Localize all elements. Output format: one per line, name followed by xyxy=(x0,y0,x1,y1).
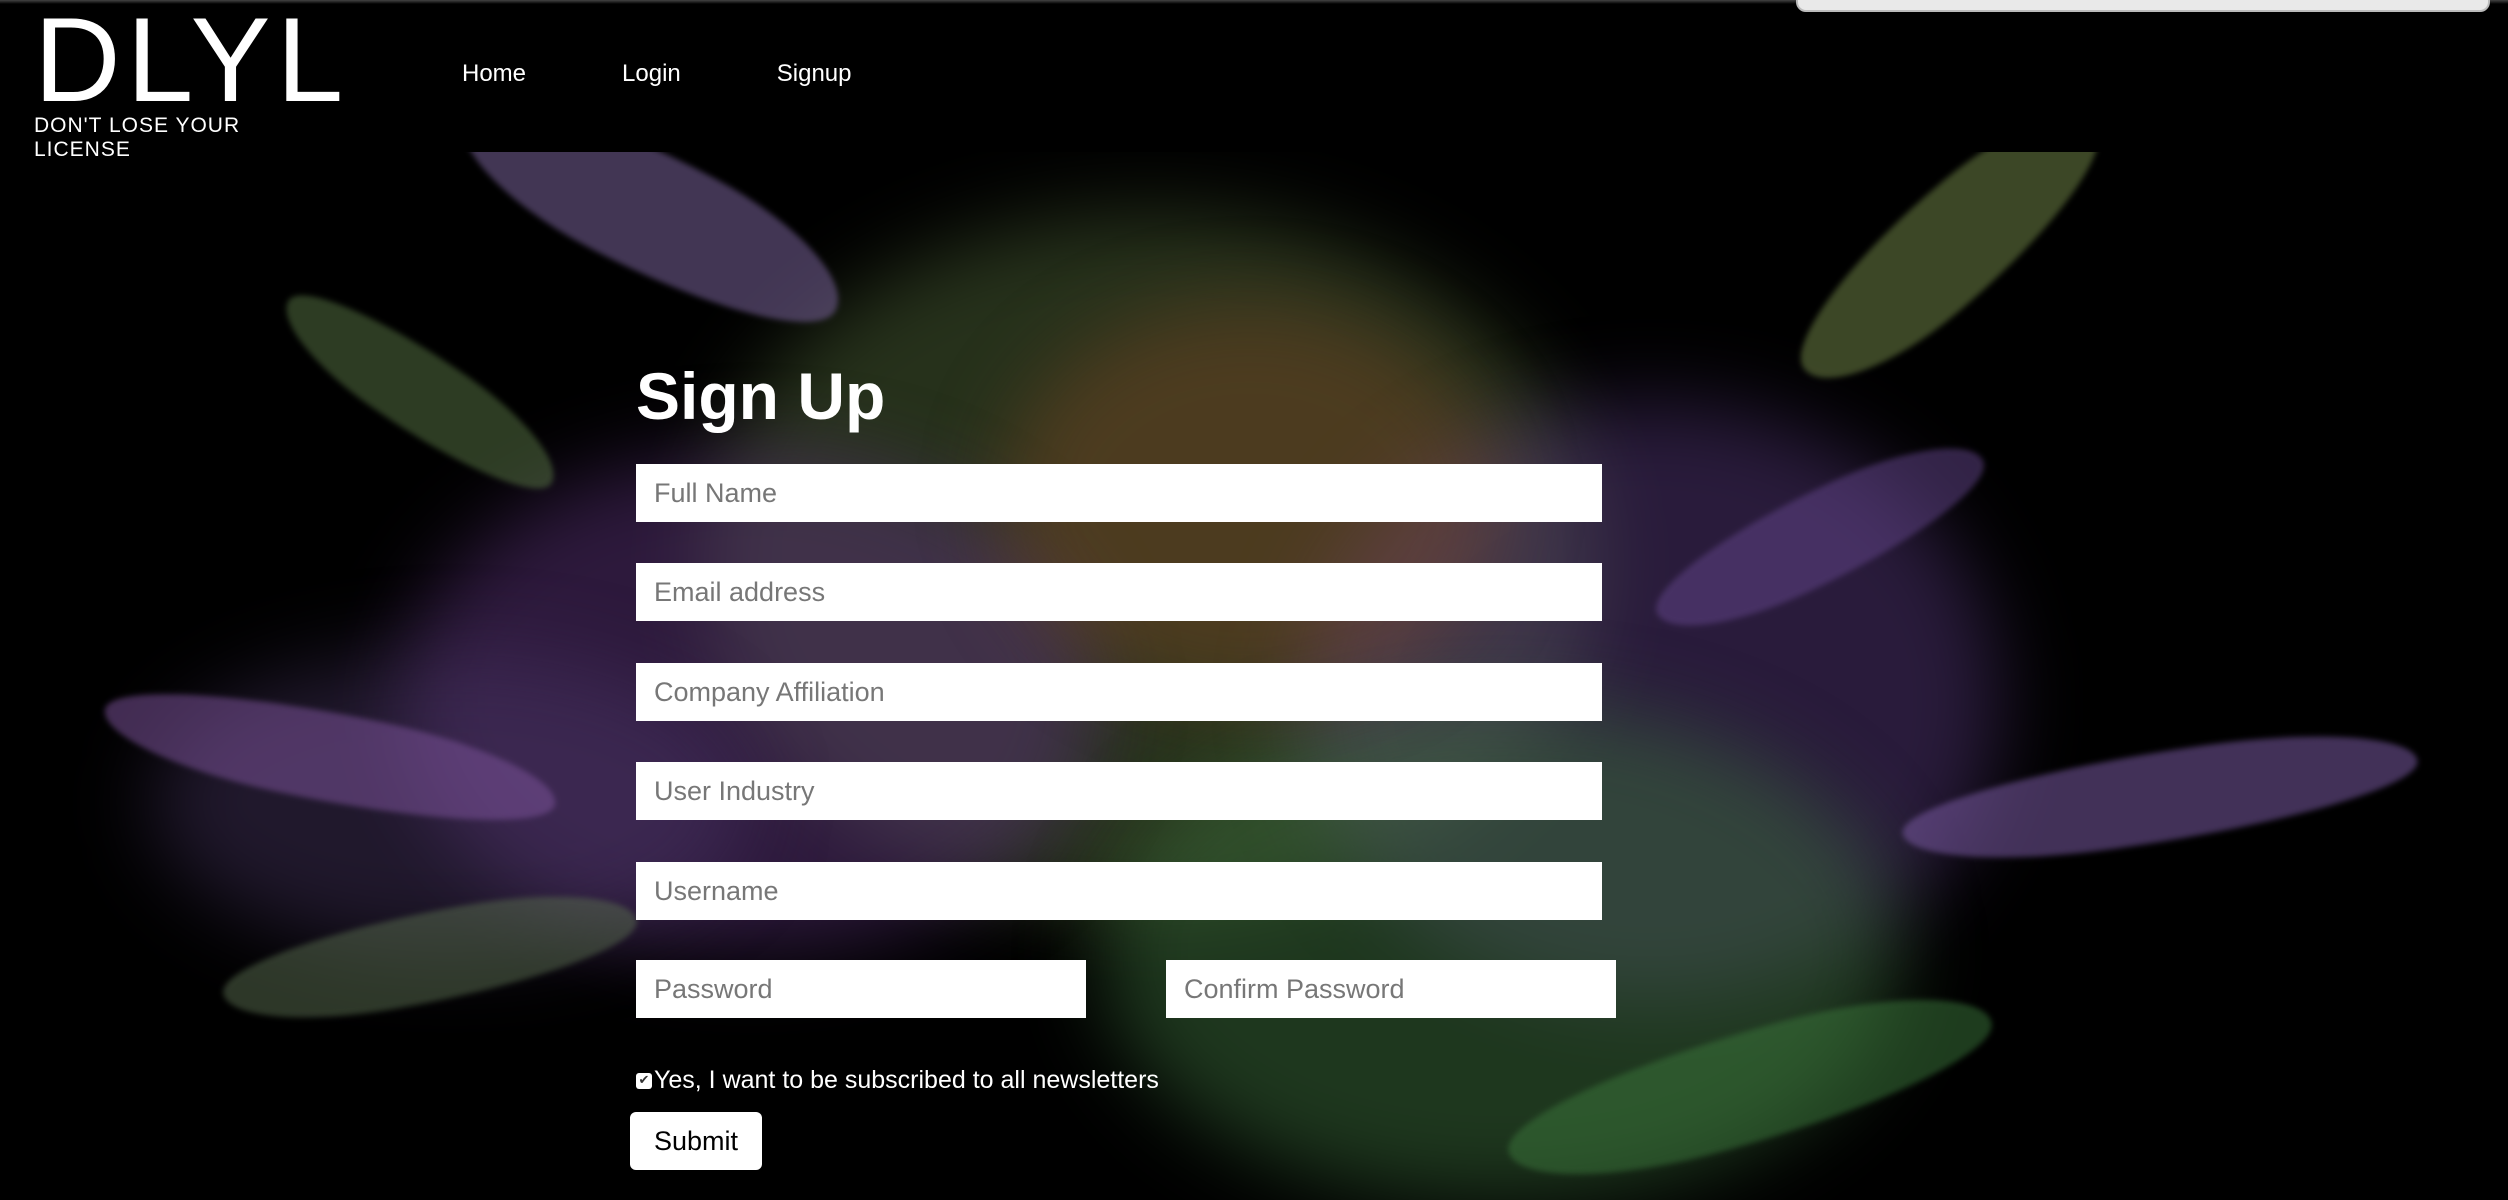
nav-link-login[interactable]: Login xyxy=(622,60,681,88)
email-input[interactable] xyxy=(636,563,1602,621)
nav-link-signup[interactable]: Signup xyxy=(777,60,852,88)
confirm-password-input[interactable] xyxy=(1166,960,1616,1018)
site-logo[interactable]: DLYL DON'T LOSE YOUR LICENSE xyxy=(34,0,350,162)
user-industry-input[interactable] xyxy=(636,762,1602,820)
main-nav: Home Login Signup xyxy=(462,60,852,88)
page-title: Sign Up xyxy=(636,359,886,433)
company-affiliation-input[interactable] xyxy=(636,663,1602,721)
newsletter-checkbox[interactable]: ✔ xyxy=(636,1072,652,1089)
username-input[interactable] xyxy=(636,862,1602,920)
submit-button[interactable]: Submit xyxy=(630,1112,762,1170)
newsletter-label: Yes, I want to be subscribed to all news… xyxy=(654,1066,1159,1094)
password-input[interactable] xyxy=(636,960,1086,1018)
nav-link-home[interactable]: Home xyxy=(462,60,526,88)
logo-mark: DLYL xyxy=(34,0,350,127)
full-name-input[interactable] xyxy=(636,464,1602,522)
page: DLYL DON'T LOSE YOUR LICENSE Home Login … xyxy=(0,0,2508,1200)
browser-chrome-bar xyxy=(1796,0,2490,12)
newsletter-option: ✔ Yes, I want to be subscribed to all ne… xyxy=(636,1066,1159,1095)
